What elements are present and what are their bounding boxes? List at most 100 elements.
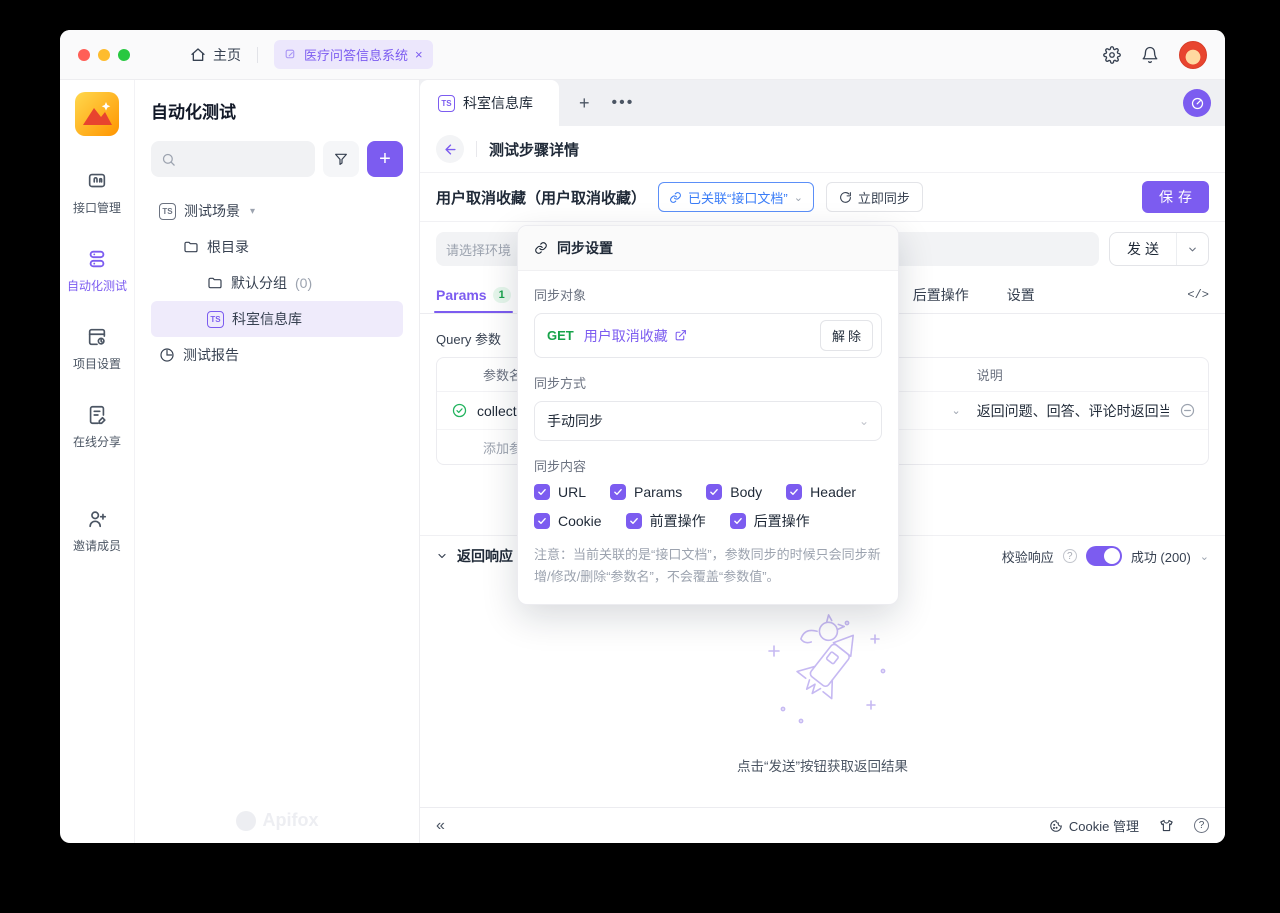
checkbox-checked-icon bbox=[786, 484, 803, 500]
tree-node-default-group[interactable]: 默认分组 (0) bbox=[151, 265, 403, 301]
zoom-window-button[interactable] bbox=[118, 48, 130, 61]
checkbox-body[interactable]: Body bbox=[706, 484, 762, 500]
checkbox-checked-icon bbox=[534, 513, 550, 529]
chevron-down-icon: ⌄ bbox=[793, 191, 803, 204]
cookie-manager-button[interactable]: Cookie 管理 bbox=[1049, 816, 1139, 835]
params-count-badge: 1 bbox=[492, 286, 511, 303]
filter-button[interactable] bbox=[323, 141, 359, 177]
home-nav[interactable]: 主页 bbox=[190, 45, 241, 65]
tree-node-label: 科室信息库 bbox=[232, 311, 302, 327]
project-tab[interactable]: 医疗问答信息系统 × bbox=[274, 40, 433, 69]
checkbox-checked-icon bbox=[534, 484, 550, 500]
tab-settings[interactable]: 设置 bbox=[1007, 276, 1035, 313]
param-desc[interactable]: 返回问题、回答、评论时返回当 bbox=[977, 401, 1169, 421]
bottom-bar: « Cookie 管理 ? bbox=[420, 807, 1225, 843]
response-empty-state: 点击“发送”按钮获取返回结果 bbox=[420, 576, 1225, 807]
sidebar-item-auto-test[interactable]: 自动化测试 bbox=[67, 248, 127, 294]
send-button[interactable]: 发送 bbox=[1109, 232, 1209, 266]
sidebar-item-api-management[interactable]: 接口管理 bbox=[73, 170, 121, 216]
checkbox-label: 后置操作 bbox=[753, 513, 810, 529]
desktop-background: 主页 医疗问答信息系统 × 接口管理 自动化测试 项目设置 在线分享 邀请成员 … bbox=[0, 0, 1280, 913]
checkbox-label: Header bbox=[810, 484, 857, 500]
add-scenario-button[interactable]: + bbox=[367, 141, 403, 177]
validate-response-toggle[interactable] bbox=[1085, 546, 1122, 566]
new-tab-button[interactable]: + bbox=[579, 93, 590, 114]
tree-node-label: 测试场景 bbox=[184, 203, 240, 219]
popup-title: 同步设置 bbox=[557, 240, 613, 256]
help-icon[interactable]: ? bbox=[1194, 818, 1209, 833]
header-divider bbox=[476, 141, 477, 157]
env-sync-button[interactable] bbox=[1183, 89, 1211, 117]
code-view-icon[interactable]: </> bbox=[1187, 288, 1209, 302]
tshirt-icon[interactable] bbox=[1159, 818, 1174, 833]
checkbox-url[interactable]: URL bbox=[534, 484, 586, 500]
rocket-fox-illustration bbox=[743, 609, 903, 739]
validate-response-label: 校验响应 bbox=[1001, 549, 1054, 565]
apifox-logo[interactable] bbox=[75, 92, 119, 136]
send-label[interactable]: 发送 bbox=[1110, 233, 1177, 265]
tab-department-library[interactable]: TS 科室信息库 bbox=[420, 80, 559, 126]
checkbox-params[interactable]: Params bbox=[610, 484, 682, 500]
sync-settings-popup: 同步设置 同步对象 GET 用户取消收藏 解除 同步方式 手动同步 ⌄ 同步内容… bbox=[517, 225, 899, 605]
notifications-bell-icon[interactable] bbox=[1141, 46, 1159, 64]
apifox-watermark-text: Apifox bbox=[262, 810, 319, 830]
sync-mode-value: 手动同步 bbox=[547, 413, 603, 429]
tab-post-actions[interactable]: 后置操作 bbox=[913, 276, 969, 313]
user-avatar[interactable] bbox=[1179, 40, 1207, 69]
help-circle-icon[interactable]: ? bbox=[1062, 549, 1077, 563]
settings-gear-icon[interactable] bbox=[1103, 45, 1121, 64]
back-button[interactable] bbox=[436, 135, 464, 163]
sidebar-item-label: 项目设置 bbox=[72, 357, 121, 371]
sync-target-row: GET 用户取消收藏 解除 bbox=[534, 313, 882, 358]
close-window-button[interactable] bbox=[78, 48, 90, 61]
step-header-row: 用户取消收藏（用户取消收藏） 已关联“接口文档” ⌄ 立即同步 保存 bbox=[420, 173, 1225, 222]
sidebar-item-project-settings[interactable]: 项目设置 bbox=[73, 326, 121, 372]
target-api-link[interactable]: 用户取消收藏 bbox=[584, 326, 687, 346]
linked-doc-button[interactable]: 已关联“接口文档” ⌄ bbox=[658, 182, 814, 212]
chevron-down-icon[interactable]: ⌄ bbox=[1200, 550, 1209, 563]
collapse-panel-icon[interactable]: « bbox=[436, 817, 445, 835]
tree-node-label: 默认分组 bbox=[231, 275, 287, 291]
sidebar-item-label: 自动化测试 bbox=[66, 279, 127, 293]
sync-now-button[interactable]: 立即同步 bbox=[825, 182, 923, 212]
tab-params[interactable]: Params 1 bbox=[434, 276, 513, 313]
checkbox-post-actions[interactable]: 后置操作 bbox=[729, 511, 810, 531]
project-tab-label: 医疗问答信息系统 bbox=[304, 48, 409, 63]
checkbox-checked-icon bbox=[729, 513, 746, 529]
send-options-caret[interactable] bbox=[1177, 233, 1208, 265]
tree-node-scenarios[interactable]: TS 测试场景 ▾ bbox=[151, 193, 403, 229]
search-input[interactable] bbox=[151, 141, 315, 177]
project-settings-icon bbox=[86, 326, 108, 348]
response-status-select[interactable]: 成功 (200) bbox=[1131, 547, 1191, 566]
chevron-down-icon: ⌄ bbox=[858, 414, 869, 428]
tree-node-test-report[interactable]: 测试报告 bbox=[151, 337, 403, 373]
save-button[interactable]: 保存 bbox=[1142, 181, 1209, 213]
tree-node-root-dir[interactable]: 根目录 bbox=[151, 229, 403, 265]
project-tab-close-icon[interactable]: × bbox=[415, 47, 423, 62]
caret-down-icon[interactable]: ▾ bbox=[250, 206, 255, 217]
cookie-icon bbox=[1049, 819, 1063, 833]
check-circle-icon[interactable] bbox=[451, 402, 468, 419]
nav-rail: 接口管理 自动化测试 项目设置 在线分享 邀请成员 bbox=[60, 80, 135, 843]
ts-scenario-icon: TS bbox=[438, 94, 455, 112]
checkbox-cookie[interactable]: Cookie bbox=[534, 511, 602, 531]
linked-doc-label: 已关联“接口文档” bbox=[688, 190, 788, 206]
search-icon bbox=[161, 152, 176, 167]
environment-select[interactable]: 请选择环境 bbox=[436, 232, 530, 266]
checkbox-header[interactable]: Header bbox=[786, 484, 856, 500]
minimize-window-button[interactable] bbox=[98, 48, 110, 61]
empty-state-hint: 点击“发送”按钮获取返回结果 bbox=[737, 758, 908, 774]
remove-param-icon[interactable] bbox=[1179, 402, 1196, 419]
content-header: 测试步骤详情 bbox=[420, 126, 1225, 173]
tab-overflow-button[interactable]: ••• bbox=[612, 94, 635, 112]
tab-post-label: 后置操作 bbox=[912, 286, 969, 303]
sidebar-item-invite-members[interactable]: 邀请成员 bbox=[73, 508, 121, 554]
tree-node-department-library[interactable]: TS 科室信息库 bbox=[151, 301, 403, 337]
unlink-button[interactable]: 解除 bbox=[819, 320, 873, 351]
ts-scenario-icon: TS bbox=[207, 310, 224, 328]
sidebar-item-online-share[interactable]: 在线分享 bbox=[73, 404, 121, 450]
collapse-caret-icon[interactable] bbox=[436, 550, 448, 562]
checkbox-pre-actions[interactable]: 前置操作 bbox=[625, 511, 706, 531]
doc-tab-label: 科室信息库 bbox=[463, 95, 533, 111]
sync-mode-select[interactable]: 手动同步 ⌄ bbox=[534, 401, 882, 441]
